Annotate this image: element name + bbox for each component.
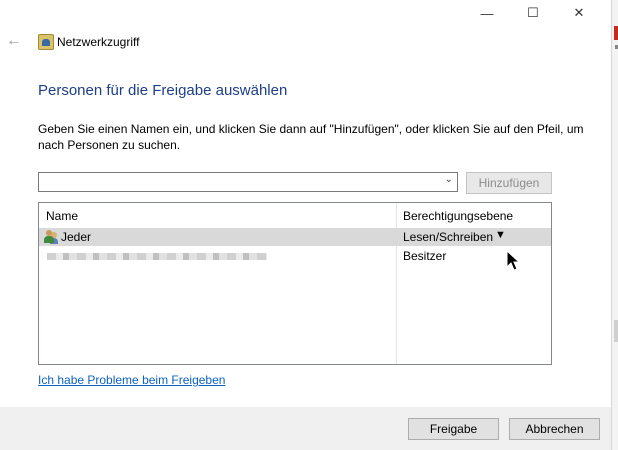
network-sharing-icon: [38, 34, 54, 50]
page-heading: Personen für die Freigabe auswählen: [38, 82, 288, 99]
help-link[interactable]: Ich habe Probleme beim Freigeben: [38, 373, 225, 387]
minimize-button[interactable]: —: [464, 0, 510, 26]
add-button[interactable]: Hinzufügen: [466, 172, 552, 194]
share-button[interactable]: Freigabe: [408, 418, 499, 440]
instruction-text: Geben Sie einen Namen ein, und klicken S…: [38, 122, 584, 152]
permission-dropdown-icon[interactable]: ▼: [495, 229, 506, 241]
maximize-button[interactable]: ☐: [510, 0, 556, 26]
cancel-button[interactable]: Abbrechen: [509, 418, 600, 440]
back-arrow-icon[interactable]: ←: [6, 32, 22, 50]
row-permission: Besitzer: [403, 249, 447, 263]
redacted-user-name: [47, 253, 267, 260]
row-name: Jeder: [61, 230, 92, 244]
sharing-list: Name Berechtigungsebene Jeder Lesen/Schr…: [38, 202, 552, 365]
window-controls: — ☐ ✕: [464, 0, 602, 26]
mouse-pointer-icon: [506, 250, 521, 271]
network-access-dialog: — ☐ ✕ ← Netzwerkzugriff Personen für die…: [0, 0, 611, 450]
column-header-permission[interactable]: Berechtigungsebene: [403, 209, 513, 223]
window-title: Netzwerkzugriff: [57, 35, 140, 49]
close-button[interactable]: ✕: [556, 0, 602, 26]
table-row[interactable]: Besitzer: [39, 247, 551, 265]
column-header-name[interactable]: Name: [46, 209, 78, 223]
row-permission[interactable]: Lesen/Schreiben: [403, 230, 493, 244]
person-name-combobox[interactable]: ⌄: [38, 172, 458, 192]
table-row[interactable]: Jeder Lesen/Schreiben ▼: [39, 228, 551, 246]
chevron-down-icon[interactable]: ⌄: [445, 174, 453, 185]
users-group-icon: [44, 230, 58, 244]
background-window-edge: [611, 0, 618, 450]
